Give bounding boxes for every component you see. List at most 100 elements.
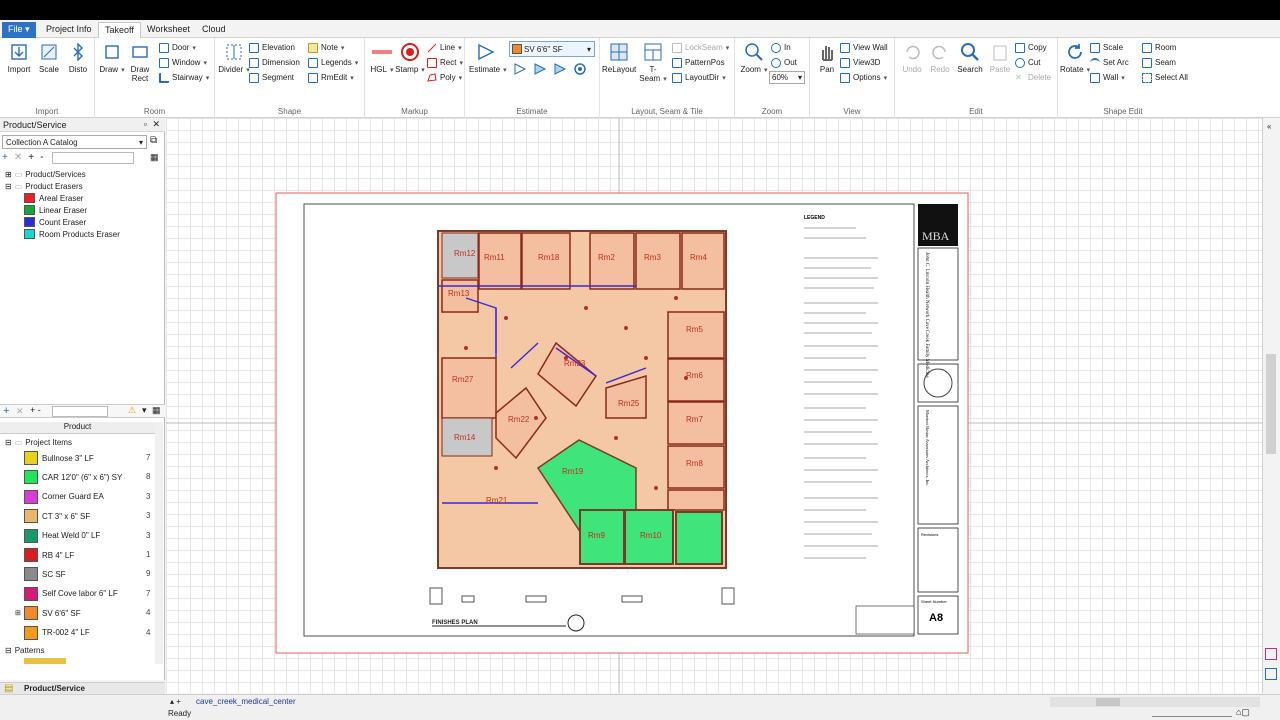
stamp-button[interactable]: Stamp <box>393 41 427 74</box>
catalog-select[interactable]: Collection A Catalog ▾ <box>2 135 147 149</box>
tree-item-room-products-eraser[interactable]: Room Products Eraser <box>24 228 120 240</box>
product-item[interactable]: Corner Guard EA <box>24 489 104 505</box>
stairway-button[interactable]: Stairway <box>159 71 209 84</box>
fit-window-icon[interactable]: ⌂▢ <box>1236 707 1250 718</box>
view3d-button[interactable]: View3D <box>840 56 880 69</box>
room-rm5[interactable] <box>667 311 725 359</box>
patternpos-button[interactable]: PatternPos <box>672 56 725 69</box>
set-arc-button[interactable]: Set Arc <box>1090 56 1129 69</box>
tab-takeoff[interactable]: Takeoff <box>98 22 141 38</box>
collapse-icon[interactable]: - <box>40 152 43 164</box>
product-item[interactable]: CT 3" x 6" SF <box>24 508 90 524</box>
grid-icon[interactable]: ▦ <box>152 405 161 416</box>
view-wall-button[interactable]: View Wall <box>840 41 888 54</box>
delete-button[interactable]: ✕ Delete <box>1015 71 1051 84</box>
relayout-button[interactable]: ReLayout <box>602 41 636 74</box>
play-icon[interactable] <box>513 62 527 76</box>
pin-icon[interactable]: ▫ <box>144 119 147 129</box>
disto-button[interactable]: Disto <box>61 41 95 74</box>
segment-button[interactable]: Segment <box>249 71 294 84</box>
divider-button[interactable]: Divider <box>217 41 251 74</box>
rmedit-button[interactable]: RmEdit <box>308 71 354 84</box>
estimate-all-icon[interactable] <box>553 62 567 76</box>
left-bottom-tab[interactable]: ▤ Product/Service <box>0 682 165 694</box>
tseam-button[interactable]: T-Seam <box>636 41 670 83</box>
vertical-scrollbar[interactable]: « <box>1262 118 1280 693</box>
line-button[interactable]: Line <box>427 41 462 54</box>
product-item[interactable]: SC SF <box>24 566 66 582</box>
room-rm9[interactable] <box>667 489 725 511</box>
tab-worksheet[interactable]: Worksheet <box>141 22 196 38</box>
lockseam-button[interactable]: LockSeam <box>672 41 729 54</box>
warning-icon[interactable]: ⚠ <box>128 405 136 416</box>
catalog-settings-icon[interactable]: ⧉ <box>150 135 157 146</box>
note-button[interactable]: Note <box>308 41 344 54</box>
options-button[interactable]: Options <box>840 71 887 84</box>
tree-item-project-items[interactable]: ⊟ ▭ Project Items <box>5 436 72 448</box>
product-item[interactable]: CAR 12'0" (6" x 6") SY <box>24 469 122 485</box>
items-search-input[interactable] <box>52 406 108 417</box>
product-item[interactable]: Heat Weld 0" LF <box>24 528 100 544</box>
tab-cloud[interactable]: Cloud <box>196 22 232 38</box>
paste-button[interactable]: Paste <box>983 41 1017 74</box>
select-all-button[interactable]: Select All <box>1142 71 1188 84</box>
product-item[interactable]: Self Cove labor 6" LF <box>24 586 118 602</box>
side-tool-icon[interactable] <box>1265 648 1277 660</box>
tab-file[interactable]: File ▾ <box>2 22 36 38</box>
cut-button[interactable]: Cut <box>1015 56 1040 69</box>
door-button[interactable]: Door <box>159 41 196 54</box>
scale-shape-button[interactable]: Scale <box>1090 41 1123 54</box>
scrollbar-thumb[interactable] <box>1096 698 1120 706</box>
rotate-button[interactable]: Rotate <box>1058 41 1092 74</box>
seam-button[interactable]: Seam <box>1142 56 1176 69</box>
zoom-slider[interactable] <box>1152 709 1232 717</box>
settings-icon[interactable] <box>573 62 587 76</box>
pan-button[interactable]: Pan <box>810 41 844 74</box>
elevation-button[interactable]: Elevation <box>249 41 295 54</box>
window-button[interactable]: Window <box>159 56 207 69</box>
horizontal-scrollbar[interactable] <box>1050 697 1260 707</box>
document-tab[interactable]: cave_creek_medical_center <box>196 697 296 706</box>
remove-icon[interactable]: ✕ <box>16 406 24 417</box>
expand-icon[interactable]: + <box>28 152 34 164</box>
tree-item-product-erasers[interactable]: ⊟ ▭ Product Erasers <box>5 180 83 192</box>
product-item[interactable]: ⊞ SV 6'6" SF <box>15 605 81 621</box>
product-item[interactable]: TR-002 4" LF <box>24 625 90 641</box>
tree-item-linear-eraser[interactable]: Linear Eraser <box>24 204 87 216</box>
search-button[interactable]: Search <box>953 41 987 74</box>
tab-nav-icon[interactable]: ▴ + <box>170 697 181 706</box>
rect-button[interactable]: Rect <box>427 56 463 69</box>
dimension-button[interactable]: Dimension <box>249 56 300 69</box>
tree-item-count-eraser[interactable]: Count Eraser <box>24 216 86 228</box>
room-rm6[interactable] <box>667 358 725 402</box>
scrollbar-thumb[interactable] <box>1266 354 1276 454</box>
import-button[interactable]: Import <box>2 41 36 74</box>
expand-icon[interactable]: + - <box>30 405 41 415</box>
room-rm20[interactable] <box>441 357 497 419</box>
catalog-search-input[interactable] <box>52 152 134 164</box>
side-tool-icon[interactable] <box>1265 668 1277 680</box>
estimate-button[interactable]: Estimate <box>469 41 507 74</box>
close-icon[interactable]: ✕ <box>152 119 160 130</box>
zoom-in-button[interactable]: In <box>771 41 791 54</box>
tree-item-areal-eraser[interactable]: Areal Eraser <box>24 192 83 204</box>
product-select[interactable]: SV 6'6" SF ▾ <box>509 41 595 57</box>
pattern-swatch[interactable] <box>24 658 66 664</box>
product-item[interactable]: RB 4" LF <box>24 547 74 563</box>
redo-button[interactable]: Redo <box>923 41 957 74</box>
zoom-button[interactable]: Zoom <box>737 41 771 74</box>
wall-button[interactable]: Wall <box>1090 71 1125 84</box>
items-scrollbar[interactable] <box>155 422 163 664</box>
tree-item-patterns[interactable]: ⊟ Patterns <box>5 644 45 656</box>
collapse-panel-icon[interactable]: « <box>1267 122 1271 131</box>
draw-rect-button[interactable]: Draw Rect <box>123 41 157 83</box>
remove-icon[interactable]: ✕ <box>14 152 22 164</box>
chevron-down-icon[interactable]: ▾ <box>142 405 147 416</box>
room-button[interactable]: Room <box>1142 41 1176 54</box>
layoutdir-button[interactable]: LayoutDir <box>672 71 726 84</box>
estimate-room-icon[interactable] <box>533 62 547 76</box>
product-item[interactable]: Bullnose 3" LF <box>24 450 94 466</box>
zoom-level-select[interactable]: 60% ▾ <box>769 71 805 84</box>
room-rm-green[interactable] <box>675 511 723 565</box>
add-icon[interactable]: + <box>2 152 8 164</box>
